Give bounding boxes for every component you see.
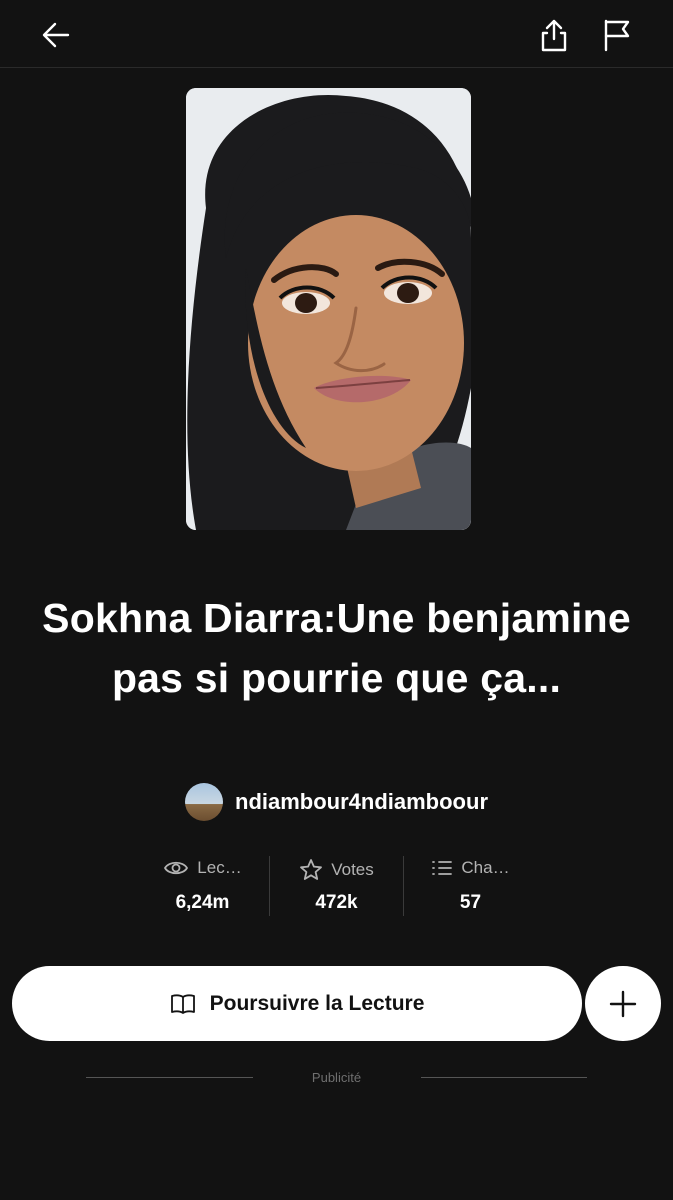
add-to-library-button[interactable]	[585, 966, 661, 1041]
plus-icon	[609, 990, 637, 1017]
story-cover-image[interactable]	[186, 88, 471, 530]
ad-divider-line-left	[86, 1076, 253, 1078]
author-avatar[interactable]	[185, 783, 223, 821]
eye-icon	[164, 861, 189, 875]
continue-reading-label: Poursuivre la Lecture	[209, 991, 425, 1015]
stat-votes-label: Votes	[331, 860, 374, 879]
author-name[interactable]: ndiambour4ndiamboour	[235, 789, 488, 815]
ad-label: Publicité	[311, 1069, 362, 1085]
stat-reads-label: Lec…	[197, 858, 242, 877]
stat-votes-value: 472k	[315, 892, 358, 913]
story-stats: Lec… 6,24m Votes 472k Cha… 57	[136, 856, 537, 916]
share-button[interactable]	[530, 11, 578, 59]
story-title: Sokhna Diarra:Une benjamine pas si pourr…	[42, 595, 631, 701]
back-button[interactable]	[32, 11, 80, 59]
stat-reads: Lec… 6,24m	[136, 856, 269, 916]
stat-chapters-label: Cha…	[461, 858, 510, 877]
report-flag-button[interactable]	[592, 11, 640, 59]
list-icon	[432, 861, 453, 875]
star-icon	[300, 859, 323, 880]
continue-reading-button[interactable]: Poursuivre la Lecture	[12, 966, 582, 1041]
stat-chapters: Cha… 57	[403, 856, 537, 916]
stat-reads-value: 6,24m	[175, 892, 230, 913]
top-bar	[0, 0, 673, 68]
stat-votes: Votes 472k	[269, 856, 403, 916]
flag-icon	[604, 19, 630, 52]
ad-divider: Publicité	[86, 1066, 587, 1088]
ad-divider-line-right	[420, 1076, 587, 1078]
author-row[interactable]: ndiambour4ndiamboour	[0, 782, 673, 822]
arrow-left-icon	[42, 22, 70, 48]
share-icon	[541, 19, 567, 52]
stat-chapters-value: 57	[459, 892, 482, 913]
book-icon	[170, 993, 195, 1014]
